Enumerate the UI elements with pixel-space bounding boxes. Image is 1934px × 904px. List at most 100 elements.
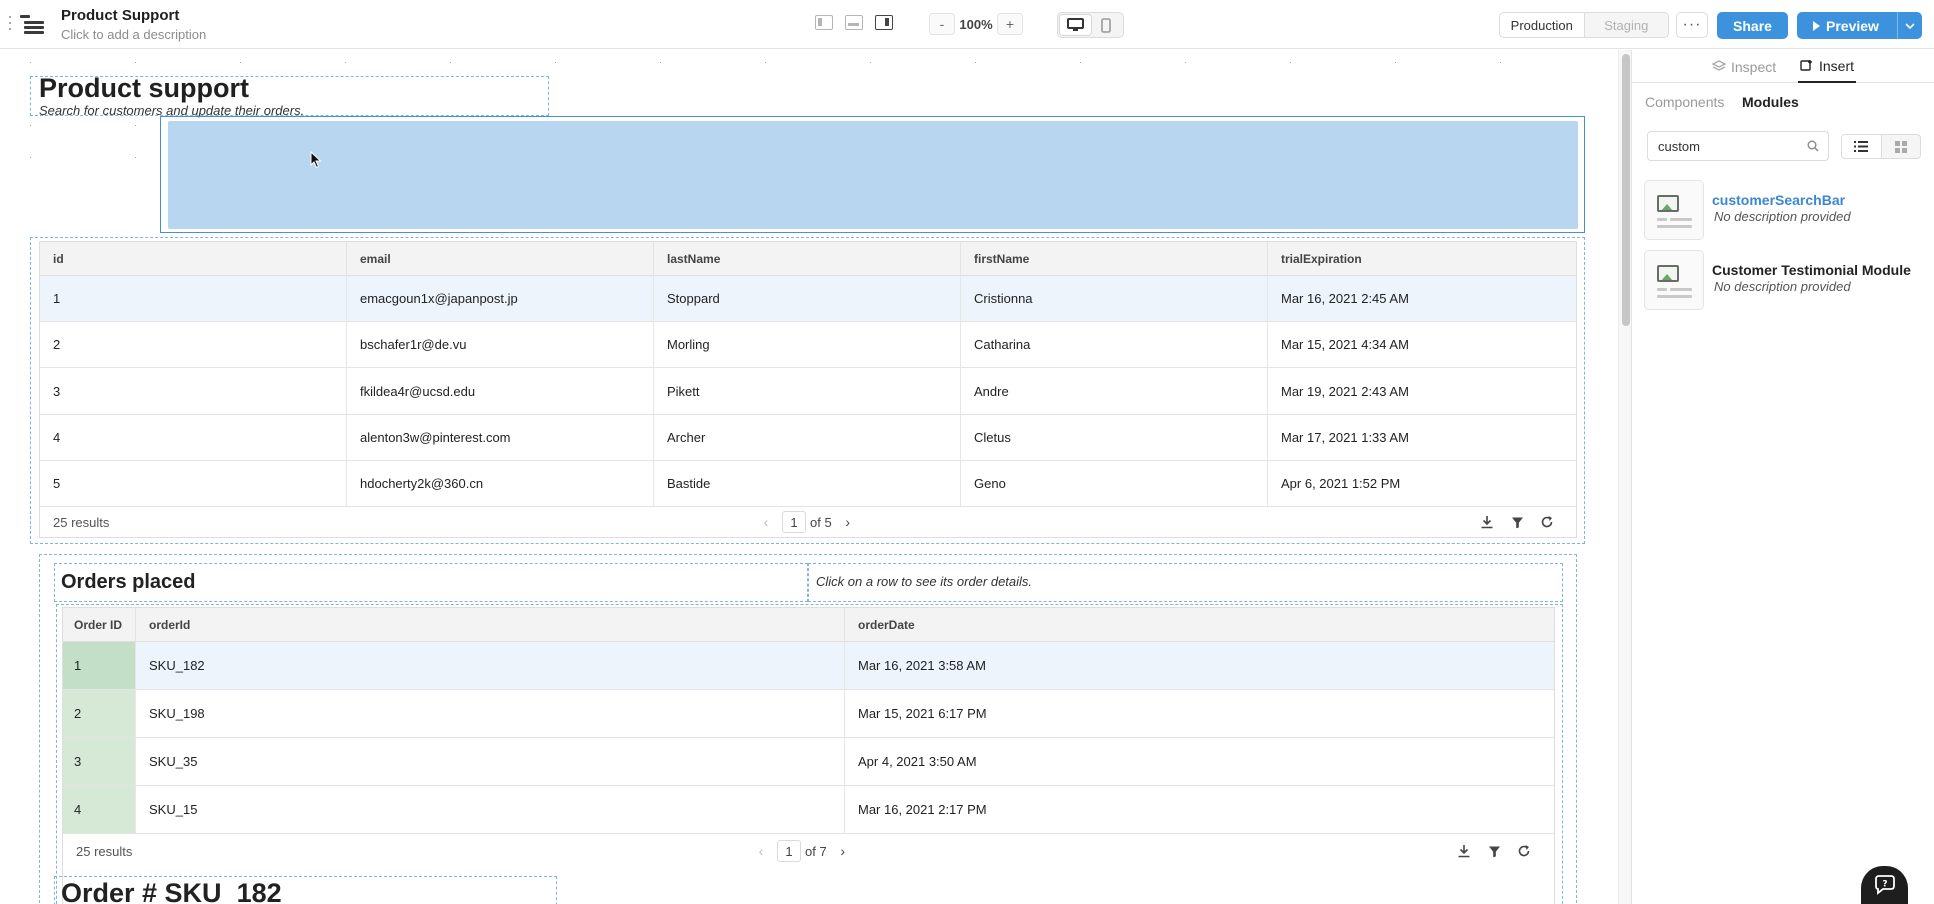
grid-dot (450, 62, 451, 63)
cell-order-id: 3 (63, 738, 136, 785)
help-chat-button[interactable]: ? (1861, 866, 1908, 904)
cell-id: 1 (40, 276, 347, 321)
chevron-down-icon[interactable] (1897, 12, 1922, 39)
download-icon[interactable] (1449, 844, 1479, 858)
search-value: custom (1658, 138, 1700, 154)
module-search-input[interactable]: custom (1647, 131, 1829, 161)
module-item[interactable]: Customer Testimonial Module No descripti… (1644, 250, 1934, 310)
cell-order-id: 4 (63, 786, 136, 833)
cell-orderid: SKU_198 (136, 690, 845, 737)
column-header-trialexpiration[interactable]: trialExpiration (1268, 242, 1576, 276)
drag-handle-icon[interactable] (7, 14, 13, 32)
table-row[interactable]: 4 alenton3w@pinterest.com Archer Cletus … (40, 415, 1576, 461)
top-bar: Product Support Click to add a descripti… (0, 0, 1934, 49)
zoom-level: 100% (959, 16, 993, 32)
order-detail-title[interactable]: Order # SKU_182 (61, 878, 282, 904)
page-input[interactable]: 1 (777, 840, 801, 862)
app-title[interactable]: Product Support (61, 7, 179, 24)
cell-orderdate: Mar 16, 2021 2:17 PM (858, 802, 987, 817)
cell-firstname: Catharina (961, 322, 1268, 367)
list-view-icon[interactable] (1842, 135, 1882, 158)
cell-email: emacgoun1x@japanpost.jp (347, 276, 654, 321)
module-drop-target[interactable] (168, 121, 1578, 229)
filter-icon[interactable] (1479, 845, 1509, 858)
right-panel: Inspect Insert Components Modules custom… (1631, 50, 1934, 904)
cell-orderid: SKU_182 (136, 642, 845, 689)
column-header-email[interactable]: email (347, 242, 654, 276)
tab-modules[interactable]: Modules (1742, 94, 1799, 110)
cell-trialexpiration: Mar 19, 2021 2:43 AM (1281, 383, 1409, 399)
cell-firstname: Cristionna (961, 276, 1268, 321)
page-total: of 7 (805, 843, 827, 859)
module-description: No description provided (1714, 209, 1851, 224)
chevron-left-icon[interactable]: ‹ (753, 843, 769, 859)
chevron-right-icon[interactable]: › (835, 843, 851, 859)
tab-inspect[interactable]: Inspect (1712, 50, 1776, 83)
grid-view-icon[interactable] (1882, 135, 1921, 158)
column-header-lastname[interactable]: lastName (654, 242, 961, 276)
more-options-button[interactable]: ··· (1676, 12, 1708, 38)
zoom-in-button[interactable]: + (997, 13, 1023, 35)
grid-dot (1185, 62, 1186, 63)
grid-dot (30, 62, 31, 63)
play-icon (1813, 20, 1820, 31)
layout-right-panel-icon[interactable] (875, 15, 893, 30)
column-header-id[interactable]: id (40, 242, 347, 276)
table-row[interactable]: 4 SKU_15 Mar 16, 2021 2:17 PM (63, 786, 1554, 834)
module-item[interactable]: customerSearchBar No description provide… (1644, 180, 1934, 240)
refresh-icon[interactable] (1509, 844, 1539, 858)
cell-orderdate: Mar 16, 2021 3:58 AM (858, 658, 986, 673)
editor-canvas[interactable]: Product support Search for customers and… (0, 50, 1617, 904)
chevron-right-icon[interactable]: › (840, 514, 856, 530)
chevron-left-icon[interactable]: ‹ (758, 514, 774, 530)
orders-title[interactable]: Orders placed (61, 571, 196, 594)
column-header-firstname[interactable]: firstName (961, 242, 1268, 276)
grid-dot (30, 125, 31, 126)
grid-dot (870, 62, 871, 63)
filter-icon[interactable] (1502, 516, 1532, 529)
column-header-orderid[interactable]: orderId (136, 608, 845, 642)
customers-table[interactable]: id email lastName firstName trialExpirat… (39, 241, 1577, 538)
share-button[interactable]: Share (1717, 12, 1788, 39)
column-header-orderdate[interactable]: orderDate (845, 608, 1554, 642)
tab-components[interactable]: Components (1645, 94, 1724, 110)
insert-icon (1800, 60, 1812, 71)
orders-hint[interactable]: Click on a row to see its order details. (816, 574, 1032, 589)
refresh-icon[interactable] (1532, 515, 1562, 529)
cell-firstname: Cletus (961, 415, 1268, 460)
layout-left-panel-icon[interactable] (815, 15, 833, 30)
table-row[interactable]: 2 bschafer1r@de.vu Morling Catharina Mar… (40, 322, 1576, 368)
cell-firstname: Andre (961, 368, 1268, 414)
mobile-icon[interactable] (1091, 15, 1122, 35)
table-row[interactable]: 3 fkildea4r@ucsd.edu Pikett Andre Mar 19… (40, 368, 1576, 415)
cell-orderdate: Mar 15, 2021 6:17 PM (858, 706, 987, 721)
page-title[interactable]: Product support (39, 73, 249, 104)
preview-button[interactable]: Preview (1797, 12, 1922, 39)
grid-dot (135, 62, 136, 63)
canvas-scrollbar[interactable] (1618, 50, 1632, 904)
table-row[interactable]: 2 SKU_198 Mar 15, 2021 6:17 PM (63, 690, 1554, 738)
env-production-button[interactable]: Production (1500, 13, 1585, 37)
customers-table-footer: 25 results ‹ 1 of 5 › (40, 507, 1576, 537)
cell-order-id: 2 (63, 690, 136, 737)
app-menu-icon[interactable] (20, 14, 44, 34)
orders-table[interactable]: Order ID orderId orderDate 1 SKU_182 Mar… (62, 607, 1555, 904)
zoom-out-button[interactable]: - (929, 13, 955, 35)
layout-bottom-panel-icon[interactable] (845, 15, 863, 30)
column-header-order-id[interactable]: Order ID (63, 608, 136, 642)
table-row[interactable]: 3 SKU_35 Apr 4, 2021 3:50 AM (63, 738, 1554, 786)
cell-id: 3 (40, 368, 347, 414)
grid-dot (30, 157, 31, 158)
table-row[interactable]: 1 SKU_182 Mar 16, 2021 3:58 AM (63, 642, 1554, 690)
tab-insert[interactable]: Insert (1798, 50, 1857, 83)
desktop-icon[interactable] (1060, 15, 1091, 35)
customers-table-header: id email lastName firstName trialExpirat… (40, 242, 1576, 276)
app-description[interactable]: Click to add a description (61, 27, 206, 42)
table-row[interactable]: 1 emacgoun1x@japanpost.jp Stoppard Crist… (40, 276, 1576, 322)
scrollbar-thumb[interactable] (1622, 54, 1630, 326)
table-row[interactable]: 5 hdocherty2k@360.cn Bastide Geno Apr 6,… (40, 461, 1576, 507)
env-staging-button[interactable]: Staging (1585, 13, 1669, 37)
page-input[interactable]: 1 (782, 511, 806, 533)
download-icon[interactable] (1472, 515, 1502, 529)
cell-orderid: SKU_15 (136, 786, 845, 833)
